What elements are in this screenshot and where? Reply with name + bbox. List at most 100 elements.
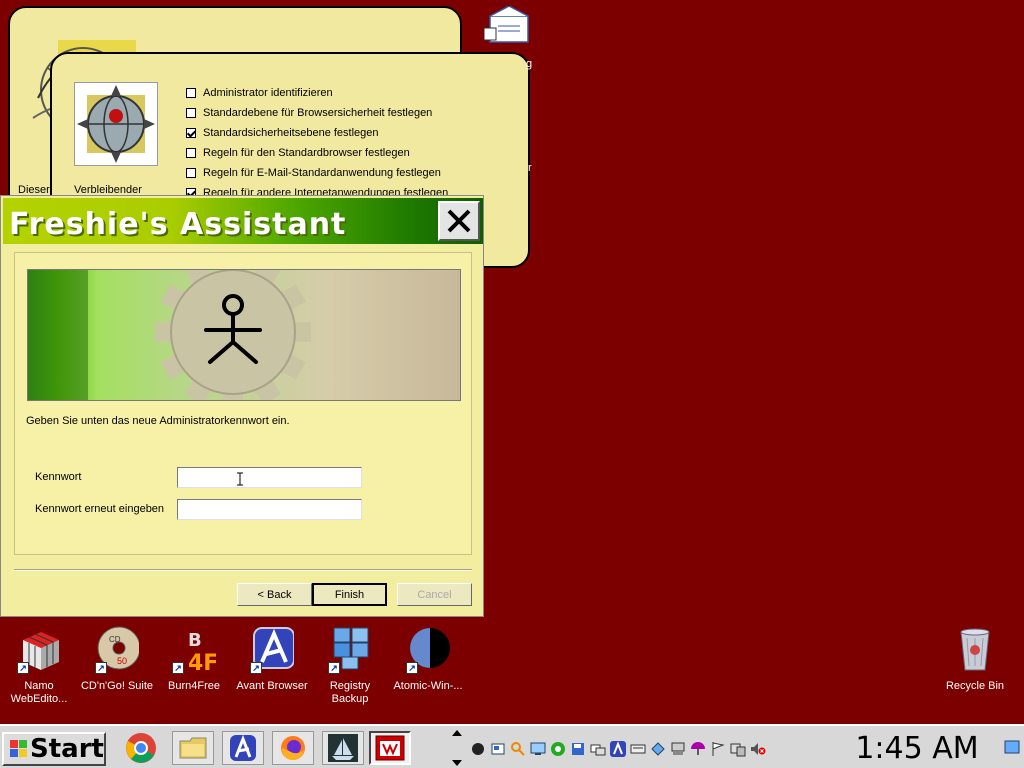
finish-button[interactable]: Finish: [312, 583, 387, 606]
chat-icon[interactable]: [550, 741, 566, 757]
dialog-title-bar[interactable]: Freshie's Assistant: [3, 198, 483, 244]
checklist-item[interactable]: Standardsicherheitsebene festlegen: [186, 123, 448, 143]
checkbox[interactable]: [186, 88, 196, 98]
floppy-icon[interactable]: [570, 741, 586, 757]
show-desktop-icon[interactable]: [1004, 740, 1020, 754]
checklist-item-label: Regeln für E-Mail-Standardanwendung fest…: [203, 167, 441, 179]
calendar-app-icon: [375, 735, 405, 761]
start-button[interactable]: Start: [2, 732, 106, 766]
wizard-banner: [27, 269, 461, 401]
desktop-icon-label: Avant Browser: [236, 680, 308, 692]
task-checklist: Administrator identifizieren Standardebe…: [186, 83, 448, 203]
desktop-icon-atomic-win[interactable]: ↗ Atomic-Win-...: [389, 626, 467, 693]
folder-icon: [179, 737, 207, 759]
network-icon[interactable]: [590, 741, 606, 757]
checklist-item-label: Regeln für den Standardbrowser festlegen: [203, 147, 410, 159]
close-button[interactable]: [438, 201, 480, 241]
svg-text:4F: 4F: [188, 651, 216, 674]
chrome-launch-button[interactable]: [120, 731, 162, 765]
shortcut-arrow-icon: ↗: [328, 662, 340, 674]
circle-icon[interactable]: [470, 741, 486, 757]
keyboard-icon[interactable]: [630, 741, 646, 757]
firefox-icon: [281, 736, 305, 761]
password-label: Kennwort: [35, 471, 82, 483]
desktop-icon-label: Namo WebEdito...: [10, 680, 68, 705]
avant-browser-icon: ↗: [250, 626, 295, 674]
network-icon[interactable]: [490, 741, 506, 757]
desktop-icon-registry-backup[interactable]: ↗ Registry Backup: [311, 626, 389, 706]
calendar-app-button[interactable]: [369, 731, 411, 765]
computer-icon[interactable]: [730, 741, 746, 757]
registry-cubes-icon: ↗: [328, 626, 372, 674]
start-label: Start: [30, 734, 104, 764]
partial-icon-label: g: [526, 58, 533, 70]
cancel-button[interactable]: Cancel: [397, 583, 472, 606]
explorer-launch-button[interactable]: [172, 731, 214, 765]
desktop-icon-cdngo[interactable]: CD 50 ↗ CD'n'Go! Suite: [78, 626, 156, 693]
svg-text:B: B: [188, 630, 202, 651]
desktop-icon-recycle-bin[interactable]: Recycle Bin: [936, 626, 1014, 693]
confirm-password-field[interactable]: [177, 499, 362, 520]
checkbox[interactable]: [186, 148, 196, 158]
computer-icon[interactable]: [670, 741, 686, 757]
checkbox[interactable]: [186, 108, 196, 118]
desktop-icon-label: CD'n'Go! Suite: [80, 680, 154, 692]
monitor-icon[interactable]: [530, 741, 546, 757]
chrome-icon: [126, 733, 156, 763]
taskbar-scroller[interactable]: [450, 730, 464, 766]
umbrella-icon[interactable]: [690, 741, 706, 757]
close-icon: [447, 209, 471, 233]
shortcut-arrow-icon: ↗: [250, 662, 262, 674]
desktop-icon-label: Atomic-Win-...: [393, 680, 463, 692]
svg-text:CD: CD: [109, 635, 121, 644]
checklist-item[interactable]: Regeln für E-Mail-Standardanwendung fest…: [186, 163, 448, 183]
burn4free-icon: B 4F ↗: [172, 626, 218, 676]
envelope-icon[interactable]: [483, 5, 530, 46]
checkbox[interactable]: [186, 128, 196, 138]
checklist-item-label: Standardebene für Browsersicherheit fest…: [203, 107, 433, 119]
checklist-item-label: Standardsicherheitsebene festlegen: [203, 127, 379, 139]
shortcut-arrow-icon: ↗: [172, 662, 184, 674]
separator: [14, 569, 472, 571]
freshies-assistant-dialog: Freshie's Assistant Geben Sie unten das …: [0, 195, 484, 617]
volume-muted-icon[interactable]: [750, 741, 766, 757]
partial-icon-label: r: [528, 162, 532, 174]
ship-app-button[interactable]: [322, 731, 364, 765]
desktop-icon-avant[interactable]: ↗ Avant Browser: [233, 626, 311, 693]
password-field[interactable]: [177, 467, 362, 488]
checklist-item[interactable]: Standardebene für Browsersicherheit fest…: [186, 103, 448, 123]
shortcut-arrow-icon: ↗: [406, 662, 418, 674]
checklist-item[interactable]: Regeln für den Standardbrowser festlegen: [186, 143, 448, 163]
network-globe-icon[interactable]: [650, 741, 666, 757]
checklist-item[interactable]: Administrator identifizieren: [186, 83, 448, 103]
chevron-down-icon[interactable]: [452, 760, 462, 766]
rubiks-cube-icon: ↗: [17, 626, 61, 674]
desktop-icon-label: Burn4Free: [168, 680, 220, 692]
wizard-panel: Geben Sie unten das neue Administratorke…: [14, 252, 472, 555]
desktop-icon-namo[interactable]: ↗ Namo WebEdito...: [0, 626, 78, 706]
clock[interactable]: 1:45 AM: [842, 732, 992, 766]
instruction-text: Geben Sie unten das neue Administratorke…: [26, 415, 290, 427]
dialog-title: Freshie's Assistant: [9, 207, 347, 242]
avant-launch-button[interactable]: [222, 731, 264, 765]
desktop-icon-label: Recycle Bin: [945, 680, 1005, 692]
taskbar: Start 1:45 AM: [0, 724, 1024, 768]
recycle-bin-icon: [953, 626, 997, 674]
flag-icon[interactable]: [710, 741, 726, 757]
shortcut-arrow-icon: ↗: [95, 662, 107, 674]
system-tray: [470, 736, 766, 762]
text-cursor-icon: [237, 472, 243, 486]
search-icon[interactable]: [510, 741, 526, 757]
cd-disc-icon: CD 50 ↗: [95, 626, 141, 674]
avant-browser-icon: [230, 734, 256, 761]
confirm-password-label: Kennwort erneut eingeben: [35, 503, 165, 515]
chevron-up-icon[interactable]: [452, 730, 462, 736]
desktop-icon-burn4free[interactable]: B 4F ↗ Burn4Free: [155, 626, 233, 693]
back-button[interactable]: < Back: [237, 583, 312, 606]
checkbox[interactable]: [186, 168, 196, 178]
svg-text:50: 50: [117, 656, 127, 666]
windows-logo-icon: [10, 740, 27, 757]
globe-emblem-icon: [74, 82, 158, 166]
firefox-launch-button[interactable]: [272, 731, 314, 765]
avant-icon[interactable]: [610, 741, 626, 757]
